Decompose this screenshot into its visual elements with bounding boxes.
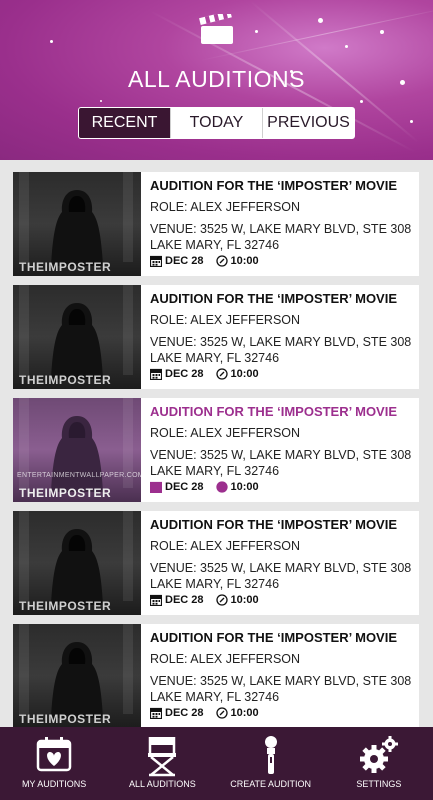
hooded-figure-image <box>51 642 103 718</box>
calendar-icon <box>149 255 163 268</box>
audition-role: ROLE: ALEX JEFFERSON <box>150 426 301 440</box>
calendar-heart-icon <box>36 737 72 772</box>
thumbnail-brand: THEIMPOSTER <box>19 260 112 274</box>
audition-venue: VENUE: 3525 W, LAKE MARY BLVD, STE 308 L… <box>150 221 416 253</box>
hooded-figure-image <box>51 190 103 266</box>
nav-my-auditions[interactable]: MY AUDITIONS <box>0 727 108 800</box>
clock-icon <box>215 255 228 267</box>
audition-date: DEC 28 <box>165 594 204 606</box>
venue-line-2: LAKE MARY, FL 32746 <box>150 577 280 591</box>
audition-time: 10:00 <box>230 594 259 606</box>
audition-role: ROLE: ALEX JEFFERSON <box>150 200 301 214</box>
venue-line-1: VENUE: 3525 W, LAKE MARY BLVD, STE 308 <box>150 561 412 575</box>
nav-all-auditions[interactable]: ALL AUDITIONS <box>108 727 216 800</box>
director-chair-icon <box>148 737 177 777</box>
page-title: ALL AUDITIONS <box>128 66 305 92</box>
header: ALL AUDITIONS RECENT TODAY PREVIOUS <box>0 0 433 160</box>
movie-thumbnail: ENTERTAINMENTWALLPAPER.COM THEIMPOSTER <box>13 398 141 502</box>
audition-role: ROLE: ALEX JEFFERSON <box>150 539 301 553</box>
calendar-icon <box>149 707 163 720</box>
venue-line-2: LAKE MARY, FL 32746 <box>150 464 280 478</box>
movie-thumbnail: THEIMPOSTER <box>13 624 141 728</box>
audition-title: AUDITION FOR THE ‘IMPOSTER’ MOVIE <box>150 178 398 193</box>
tab-today[interactable]: TODAY <box>170 108 262 138</box>
clock-icon <box>215 368 228 380</box>
venue-line-2: LAKE MARY, FL 32746 <box>150 238 280 252</box>
venue-line-2: LAKE MARY, FL 32746 <box>150 351 280 365</box>
clock-icon <box>215 481 228 493</box>
hooded-figure-image <box>51 416 103 492</box>
audition-card[interactable]: ENTERTAINMENTWALLPAPER.COM THEIMPOSTER A… <box>13 398 419 502</box>
audition-time: 10:00 <box>230 481 259 493</box>
audition-title: AUDITION FOR THE ‘IMPOSTER’ MOVIE <box>150 630 398 645</box>
audition-card[interactable]: THEIMPOSTER AUDITION FOR THE ‘IMPOSTER’ … <box>13 624 419 728</box>
audition-title: AUDITION FOR THE ‘IMPOSTER’ MOVIE <box>150 517 398 532</box>
nav-settings[interactable]: SETTINGS <box>325 727 433 800</box>
nav-label: ALL AUDITIONS <box>129 779 196 789</box>
nav-label: MY AUDITIONS <box>21 779 87 789</box>
calendar-icon <box>149 594 163 607</box>
venue-line-1: VENUE: 3525 W, LAKE MARY BLVD, STE 308 <box>150 448 412 462</box>
calendar-icon <box>149 481 163 494</box>
audition-venue: VENUE: 3525 W, LAKE MARY BLVD, STE 308 L… <box>150 334 416 366</box>
audition-role: ROLE: ALEX JEFFERSON <box>150 313 301 327</box>
hooded-figure-image <box>51 529 103 605</box>
audition-list: THEIMPOSTER AUDITION FOR THE ‘IMPOSTER’ … <box>13 172 419 737</box>
audition-time: 10:00 <box>230 368 259 380</box>
hooded-figure-image <box>51 303 103 379</box>
audition-venue: VENUE: 3525 W, LAKE MARY BLVD, STE 308 L… <box>150 447 416 479</box>
nav-create-audition[interactable]: CREATE AUDITION <box>217 727 325 800</box>
audition-venue: VENUE: 3525 W, LAKE MARY BLVD, STE 308 L… <box>150 560 416 592</box>
nav-label: CREATE AUDITION <box>230 779 312 789</box>
thumbnail-brand: THEIMPOSTER <box>19 373 112 387</box>
audition-card[interactable]: THEIMPOSTER AUDITION FOR THE ‘IMPOSTER’ … <box>13 285 419 389</box>
audition-date: DEC 28 <box>165 255 204 267</box>
movie-thumbnail: THEIMPOSTER <box>13 172 141 276</box>
audition-role: ROLE: ALEX JEFFERSON <box>150 652 301 666</box>
venue-line-1: VENUE: 3525 W, LAKE MARY BLVD, STE 308 <box>150 222 412 236</box>
clapperboard-icon <box>199 14 233 44</box>
audition-card[interactable]: THEIMPOSTER AUDITION FOR THE ‘IMPOSTER’ … <box>13 172 419 276</box>
audition-date: DEC 28 <box>165 481 204 493</box>
nav-label: SETTINGS <box>356 779 402 789</box>
clock-icon <box>215 594 228 606</box>
audition-title: AUDITION FOR THE ‘IMPOSTER’ MOVIE <box>150 291 398 306</box>
bottom-nav: MY AUDITIONS ALL AUDITIONS CREATE AUDITI… <box>0 727 433 800</box>
tab-previous[interactable]: PREVIOUS <box>262 108 354 138</box>
audition-date: DEC 28 <box>165 707 204 719</box>
venue-line-1: VENUE: 3525 W, LAKE MARY BLVD, STE 308 <box>150 674 412 688</box>
audition-title: AUDITION FOR THE ‘IMPOSTER’ MOVIE <box>150 404 398 419</box>
clock-icon <box>215 707 228 719</box>
audition-card[interactable]: THEIMPOSTER AUDITION FOR THE ‘IMPOSTER’ … <box>13 511 419 615</box>
venue-line-2: LAKE MARY, FL 32746 <box>150 690 280 704</box>
venue-line-1: VENUE: 3525 W, LAKE MARY BLVD, STE 308 <box>150 335 412 349</box>
audition-time: 10:00 <box>230 707 259 719</box>
audition-venue: VENUE: 3525 W, LAKE MARY BLVD, STE 308 L… <box>150 673 416 705</box>
gears-icon <box>359 736 398 773</box>
thumbnail-watermark: ENTERTAINMENTWALLPAPER.COM <box>17 472 141 479</box>
audition-time: 10:00 <box>230 255 259 267</box>
movie-thumbnail: THEIMPOSTER <box>13 511 141 615</box>
filter-tabs: RECENT TODAY PREVIOUS <box>78 107 355 139</box>
thumbnail-brand: THEIMPOSTER <box>19 486 112 500</box>
movie-thumbnail: THEIMPOSTER <box>13 285 141 389</box>
tab-recent[interactable]: RECENT <box>79 108 170 138</box>
thumbnail-brand: THEIMPOSTER <box>19 599 112 613</box>
microphone-icon <box>264 736 277 774</box>
audition-date: DEC 28 <box>165 368 204 380</box>
thumbnail-brand: THEIMPOSTER <box>19 712 112 726</box>
calendar-icon <box>149 368 163 381</box>
